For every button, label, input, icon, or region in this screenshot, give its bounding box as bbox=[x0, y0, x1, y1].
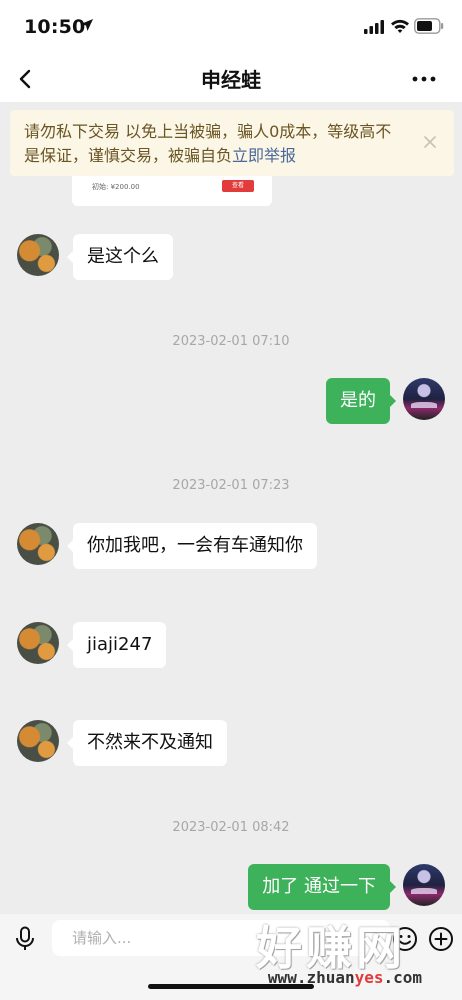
sent-message-bubble[interactable]: 是的 bbox=[326, 378, 396, 424]
message-timestamp: 2023-02-01 07:10 bbox=[172, 334, 290, 349]
location-arrow-icon bbox=[81, 19, 93, 31]
chat-header: 申经蛙 bbox=[0, 56, 462, 102]
message-timestamp: 2023-02-01 08:42 bbox=[172, 820, 290, 835]
safety-notice-message: 请勿私下交易 以免上当被骗，骗人0成本，等级高不是保证，谨慎交易，被骗自负 bbox=[24, 122, 392, 165]
status-bar: 10:50 bbox=[0, 0, 462, 56]
emoji-icon[interactable] bbox=[392, 926, 418, 952]
safety-notice-banner: 请勿私下交易 以免上当被骗，骗人0成本，等级高不是保证，谨慎交易，被骗自负立即举… bbox=[10, 110, 454, 176]
status-time: 10:50 bbox=[24, 16, 86, 38]
message-input[interactable] bbox=[52, 920, 390, 956]
battery-icon bbox=[414, 18, 444, 34]
add-more-icon[interactable] bbox=[428, 926, 454, 952]
close-icon[interactable] bbox=[422, 134, 438, 150]
contact-avatar[interactable] bbox=[17, 523, 59, 565]
message-timestamp: 2023-02-01 07:23 bbox=[172, 478, 290, 493]
cellular-signal-icon bbox=[364, 20, 384, 34]
sent-message-bubble[interactable]: 加了 通过一下 bbox=[248, 864, 396, 910]
chat-message-list[interactable]: 初始: ¥200.00 查看 请勿私下交易 以免上当被骗，骗人0成本，等级高不是… bbox=[0, 102, 462, 914]
chat-title: 申经蛙 bbox=[201, 68, 261, 92]
shared-product-card[interactable]: 初始: ¥200.00 查看 bbox=[72, 174, 272, 206]
contact-avatar[interactable] bbox=[17, 234, 59, 276]
received-message-bubble[interactable]: jiaji247 bbox=[66, 622, 167, 668]
received-message-bubble[interactable]: 是这个么 bbox=[67, 234, 173, 280]
report-link[interactable]: 立即举报 bbox=[232, 146, 296, 165]
shared-card-view-button[interactable]: 查看 bbox=[222, 180, 254, 192]
wifi-icon bbox=[391, 19, 409, 33]
microphone-icon[interactable] bbox=[14, 926, 36, 952]
safety-notice-text: 请勿私下交易 以免上当被骗，骗人0成本，等级高不是保证，谨慎交易，被骗自负立即举… bbox=[24, 120, 404, 168]
my-avatar[interactable] bbox=[403, 864, 445, 906]
shared-card-price: 初始: ¥200.00 bbox=[92, 183, 140, 191]
message-input-bar bbox=[0, 914, 462, 1000]
received-message-bubble[interactable]: 不然来不及通知 bbox=[67, 720, 227, 766]
my-avatar[interactable] bbox=[403, 378, 445, 420]
contact-avatar[interactable] bbox=[17, 622, 59, 664]
more-options-icon[interactable] bbox=[410, 68, 438, 90]
contact-avatar[interactable] bbox=[17, 720, 59, 762]
received-message-bubble[interactable]: 你加我吧，一会有车通知你 bbox=[67, 523, 317, 569]
home-indicator bbox=[148, 984, 314, 989]
